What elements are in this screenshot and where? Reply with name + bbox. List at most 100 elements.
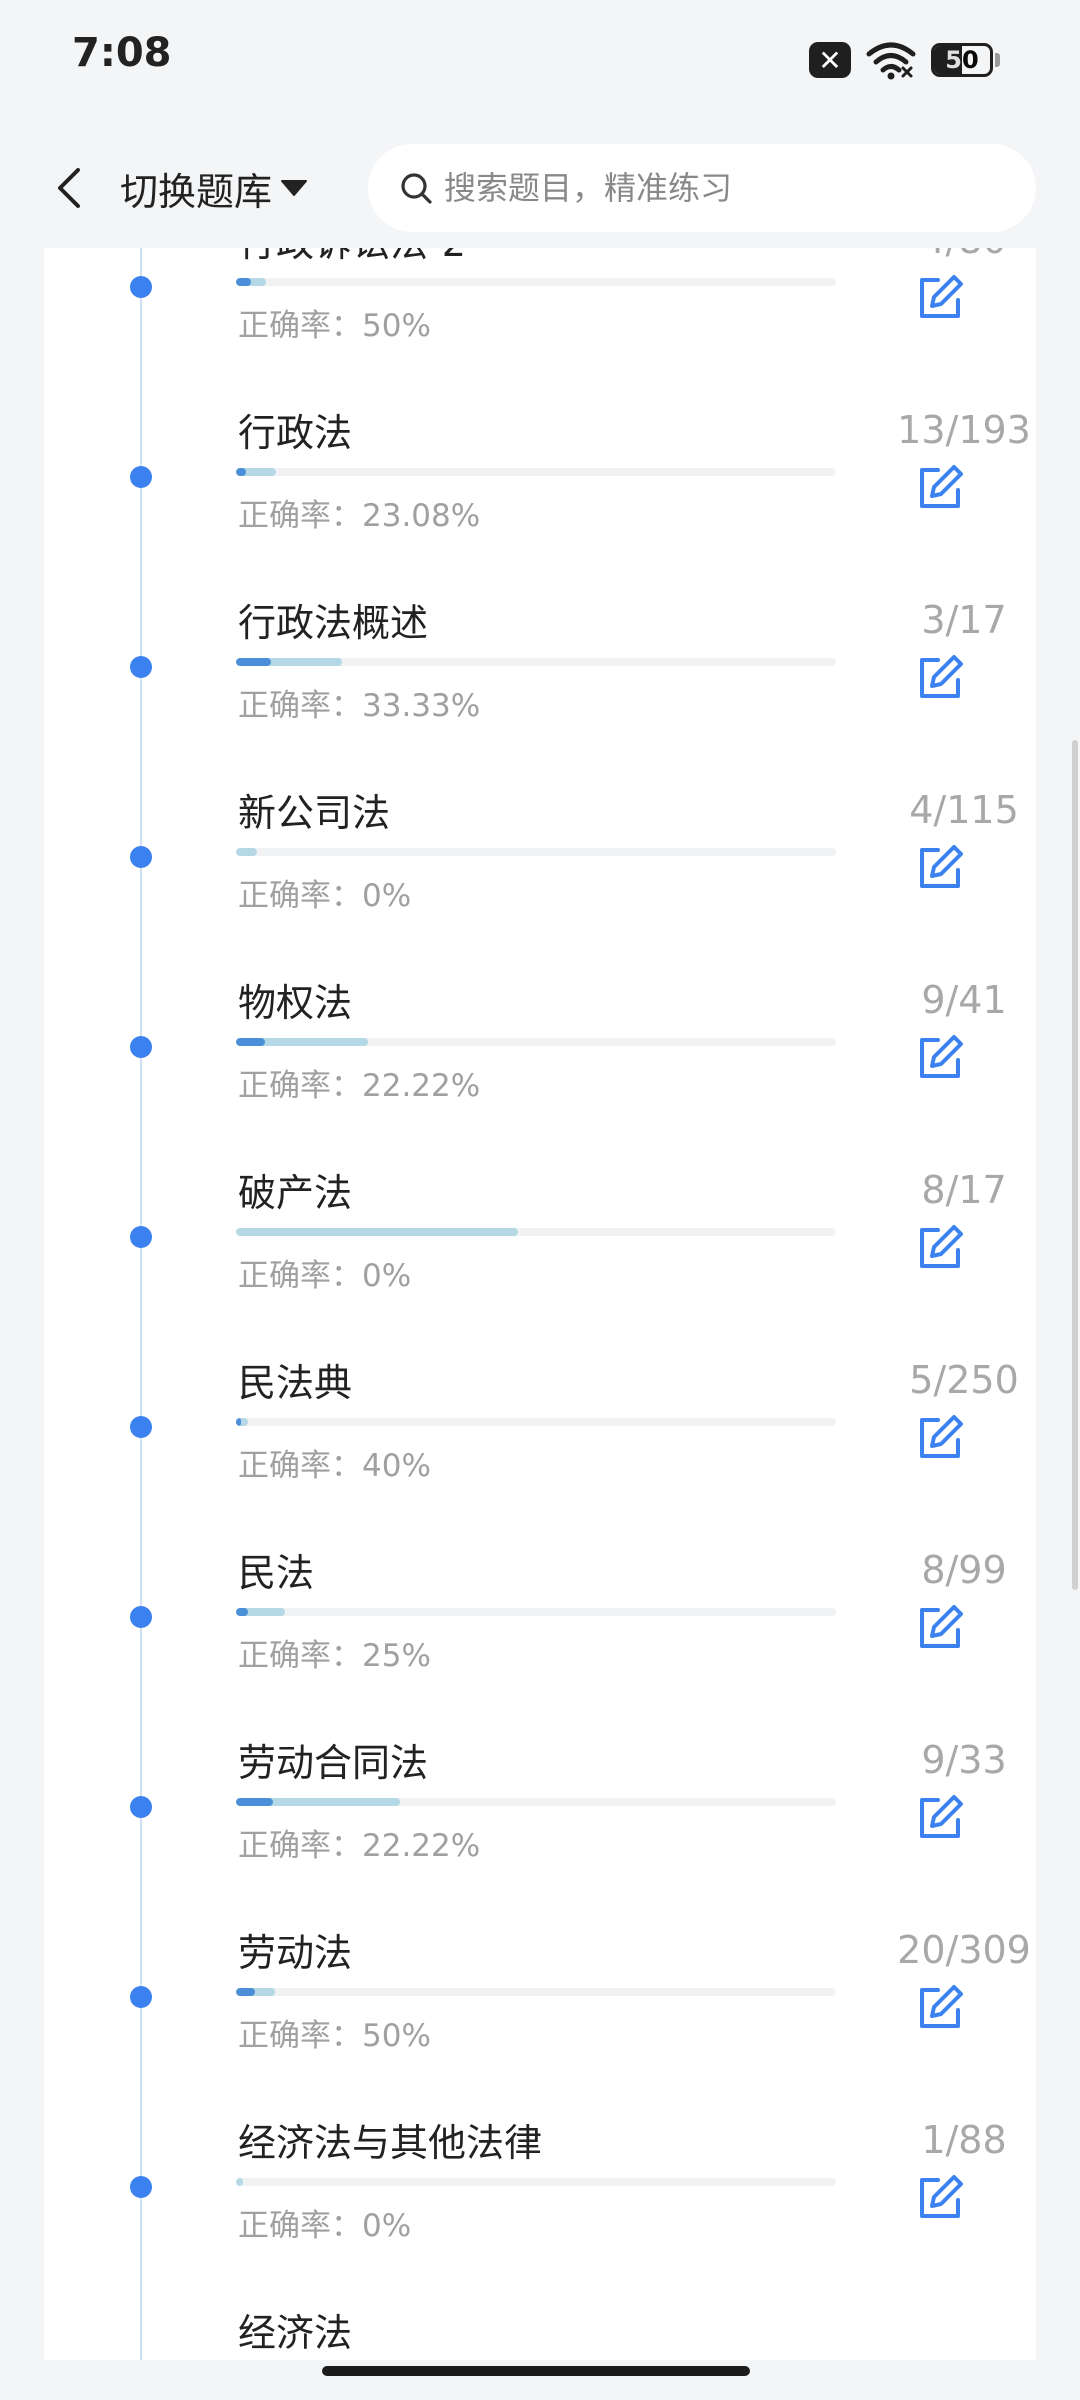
status-bar: 7:08 ✕ 50 bbox=[0, 0, 1080, 120]
progress-bar bbox=[236, 1798, 836, 1806]
accuracy-rate: 正确率：50% bbox=[238, 300, 431, 345]
chapter-item[interactable]: 破产法 正确率：0% 8/17 bbox=[44, 1158, 1036, 1348]
accuracy-label: 正确率： bbox=[238, 1448, 362, 1484]
chapter-item[interactable]: 经济法 bbox=[44, 2298, 1036, 2360]
battery-percent: 50 bbox=[945, 46, 979, 74]
chapter-item[interactable]: 民法正确率：25% 8/99 bbox=[44, 1538, 1036, 1728]
chapter-list: 行政诉讼法-2正确率：50%4/80行政法正确率：23.08%13/193行政法… bbox=[44, 248, 1036, 2360]
edit-icon[interactable] bbox=[914, 2172, 966, 2224]
accuracy-value: 25% bbox=[362, 1638, 431, 1674]
chapter-title: 劳动合同法 bbox=[238, 1741, 429, 1785]
home-indicator[interactable] bbox=[322, 2366, 750, 2376]
search-input[interactable] bbox=[442, 168, 1006, 208]
accuracy-value: 0% bbox=[362, 2208, 412, 2244]
progress-bar bbox=[236, 1038, 836, 1046]
bank-switch-label: 切换题库 bbox=[120, 169, 273, 214]
edit-icon[interactable] bbox=[914, 1602, 966, 1654]
accuracy-value: 0% bbox=[362, 878, 412, 914]
accuracy-label: 正确率： bbox=[238, 1258, 362, 1294]
progress-done-fill bbox=[236, 848, 257, 856]
question-count: 5/250 bbox=[909, 1358, 1019, 1402]
edit-icon[interactable] bbox=[914, 842, 966, 894]
header: 切换题库 bbox=[0, 128, 1080, 248]
edit-icon[interactable] bbox=[914, 1792, 966, 1844]
edit-icon[interactable] bbox=[914, 1982, 966, 2034]
chapter-title: 新公司法 bbox=[238, 791, 391, 835]
accuracy-rate: 正确率：0% bbox=[238, 1250, 411, 1295]
chapter-title: 民法典 bbox=[238, 1361, 353, 1405]
chapter-item[interactable]: 劳动合同法 正确率：22.22% 9/33 bbox=[44, 1728, 1036, 1918]
chapter-title: 民法 bbox=[238, 1551, 315, 1595]
timeline-dot bbox=[130, 1036, 152, 1058]
accuracy-value: 50% bbox=[362, 2018, 431, 2054]
accuracy-value: 33.33% bbox=[362, 688, 481, 724]
accuracy-value: 0% bbox=[362, 1258, 412, 1294]
progress-bar bbox=[236, 1988, 836, 1996]
edit-icon[interactable] bbox=[914, 272, 966, 324]
status-time: 7:08 bbox=[72, 30, 172, 76]
timeline-dot bbox=[130, 846, 152, 868]
battery-icon: 50 bbox=[931, 43, 993, 77]
status-icons: ✕ 50 bbox=[809, 38, 1000, 82]
timeline-dot bbox=[130, 276, 152, 298]
chapter-item[interactable]: 行政诉讼法-2 正确率：50% 4/80 bbox=[44, 248, 1036, 398]
chapter-item[interactable]: 行政法概述正确率：33.33% 3/17 bbox=[44, 588, 1036, 778]
chapter-title: 行政诉讼法-2 bbox=[238, 248, 466, 267]
progress-correct-fill bbox=[236, 658, 272, 666]
chapter-item[interactable]: 民法典正确率：40% 5/250 bbox=[44, 1348, 1036, 1538]
question-count: 8/99 bbox=[921, 1548, 1007, 1592]
accuracy-rate: 正确率：33.33% bbox=[238, 680, 480, 725]
timeline-dot bbox=[130, 1796, 152, 1818]
question-count: 13/193 bbox=[897, 408, 1031, 452]
search-bar[interactable] bbox=[368, 144, 1036, 232]
chapter-title: 经济法与其他法律 bbox=[238, 2121, 543, 2165]
accuracy-value: 40% bbox=[362, 1448, 431, 1484]
chapter-title: 劳动法 bbox=[238, 1931, 353, 1975]
edit-icon[interactable] bbox=[914, 1222, 966, 1274]
notification-x-icon: ✕ bbox=[809, 42, 851, 78]
progress-correct-fill bbox=[236, 278, 251, 286]
scrollbar[interactable] bbox=[1072, 740, 1078, 1590]
back-button[interactable] bbox=[38, 156, 100, 220]
accuracy-label: 正确率： bbox=[238, 498, 362, 534]
chapter-item[interactable]: 劳动法正确率：50% 20/309 bbox=[44, 1918, 1036, 2108]
chevron-left-icon bbox=[58, 168, 80, 208]
chapter-title: 物权法 bbox=[238, 981, 353, 1025]
question-count: 8/17 bbox=[921, 1168, 1007, 1212]
battery-tip bbox=[995, 53, 1000, 67]
accuracy-rate: 正确率：50% bbox=[238, 2010, 431, 2055]
chapter-item[interactable]: 经济法与其他法律 正确率：0% 1/88 bbox=[44, 2108, 1036, 2298]
accuracy-value: 23.08% bbox=[362, 498, 481, 534]
question-count: 9/41 bbox=[921, 978, 1007, 1022]
edit-icon[interactable] bbox=[914, 462, 966, 514]
chapter-item[interactable]: 行政法正确率：23.08% 13/193 bbox=[44, 398, 1036, 588]
accuracy-rate: 正确率：40% bbox=[238, 1440, 431, 1485]
accuracy-rate: 正确率：23.08% bbox=[238, 490, 480, 535]
timeline-dot bbox=[130, 1416, 152, 1438]
question-count: 3/17 bbox=[921, 598, 1007, 642]
accuracy-label: 正确率： bbox=[238, 2018, 362, 2054]
progress-done-fill bbox=[236, 1228, 518, 1236]
progress-bar bbox=[236, 278, 836, 286]
progress-bar bbox=[236, 848, 836, 856]
chapter-item[interactable]: 新公司法 正确率：0% 4/115 bbox=[44, 778, 1036, 968]
chapter-item[interactable]: 物权法 正确率：22.22% 9/41 bbox=[44, 968, 1036, 1158]
caret-down-icon bbox=[281, 180, 308, 196]
progress-correct-fill bbox=[236, 1608, 248, 1616]
chapter-title: 行政法概述 bbox=[238, 601, 429, 645]
edit-icon[interactable] bbox=[914, 1412, 966, 1464]
progress-correct-fill bbox=[236, 1798, 273, 1806]
progress-correct-fill bbox=[236, 1038, 266, 1046]
timeline-dot bbox=[130, 656, 152, 678]
timeline-dot bbox=[130, 2176, 152, 2198]
chapter-title: 行政法 bbox=[238, 411, 353, 455]
progress-correct-fill bbox=[236, 1988, 256, 1996]
question-count: 1/88 bbox=[921, 2118, 1007, 2162]
accuracy-value: 22.22% bbox=[362, 1068, 481, 1104]
edit-icon[interactable] bbox=[914, 1032, 966, 1084]
bank-switch-button[interactable]: 切换题库 bbox=[120, 160, 308, 216]
question-count: 20/309 bbox=[897, 1928, 1031, 1972]
accuracy-rate: 正确率：25% bbox=[238, 1630, 431, 1675]
edit-icon[interactable] bbox=[914, 652, 966, 704]
progress-correct-fill bbox=[236, 468, 246, 476]
